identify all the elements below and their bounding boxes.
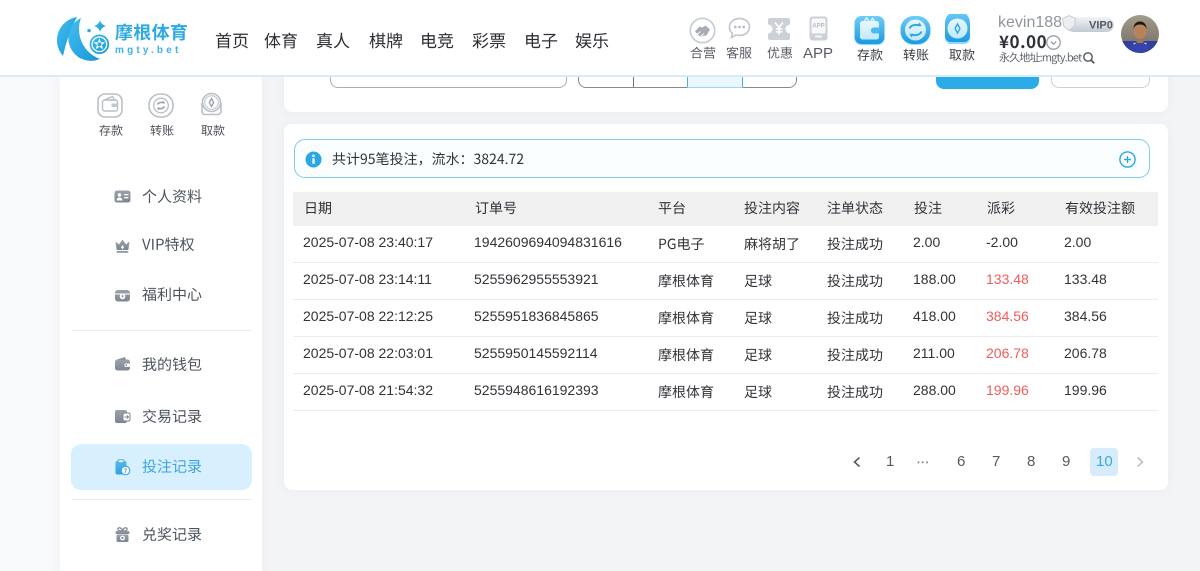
svg-text:VIP0: VIP0	[1089, 20, 1113, 32]
svg-text:APP: APP	[812, 24, 824, 30]
